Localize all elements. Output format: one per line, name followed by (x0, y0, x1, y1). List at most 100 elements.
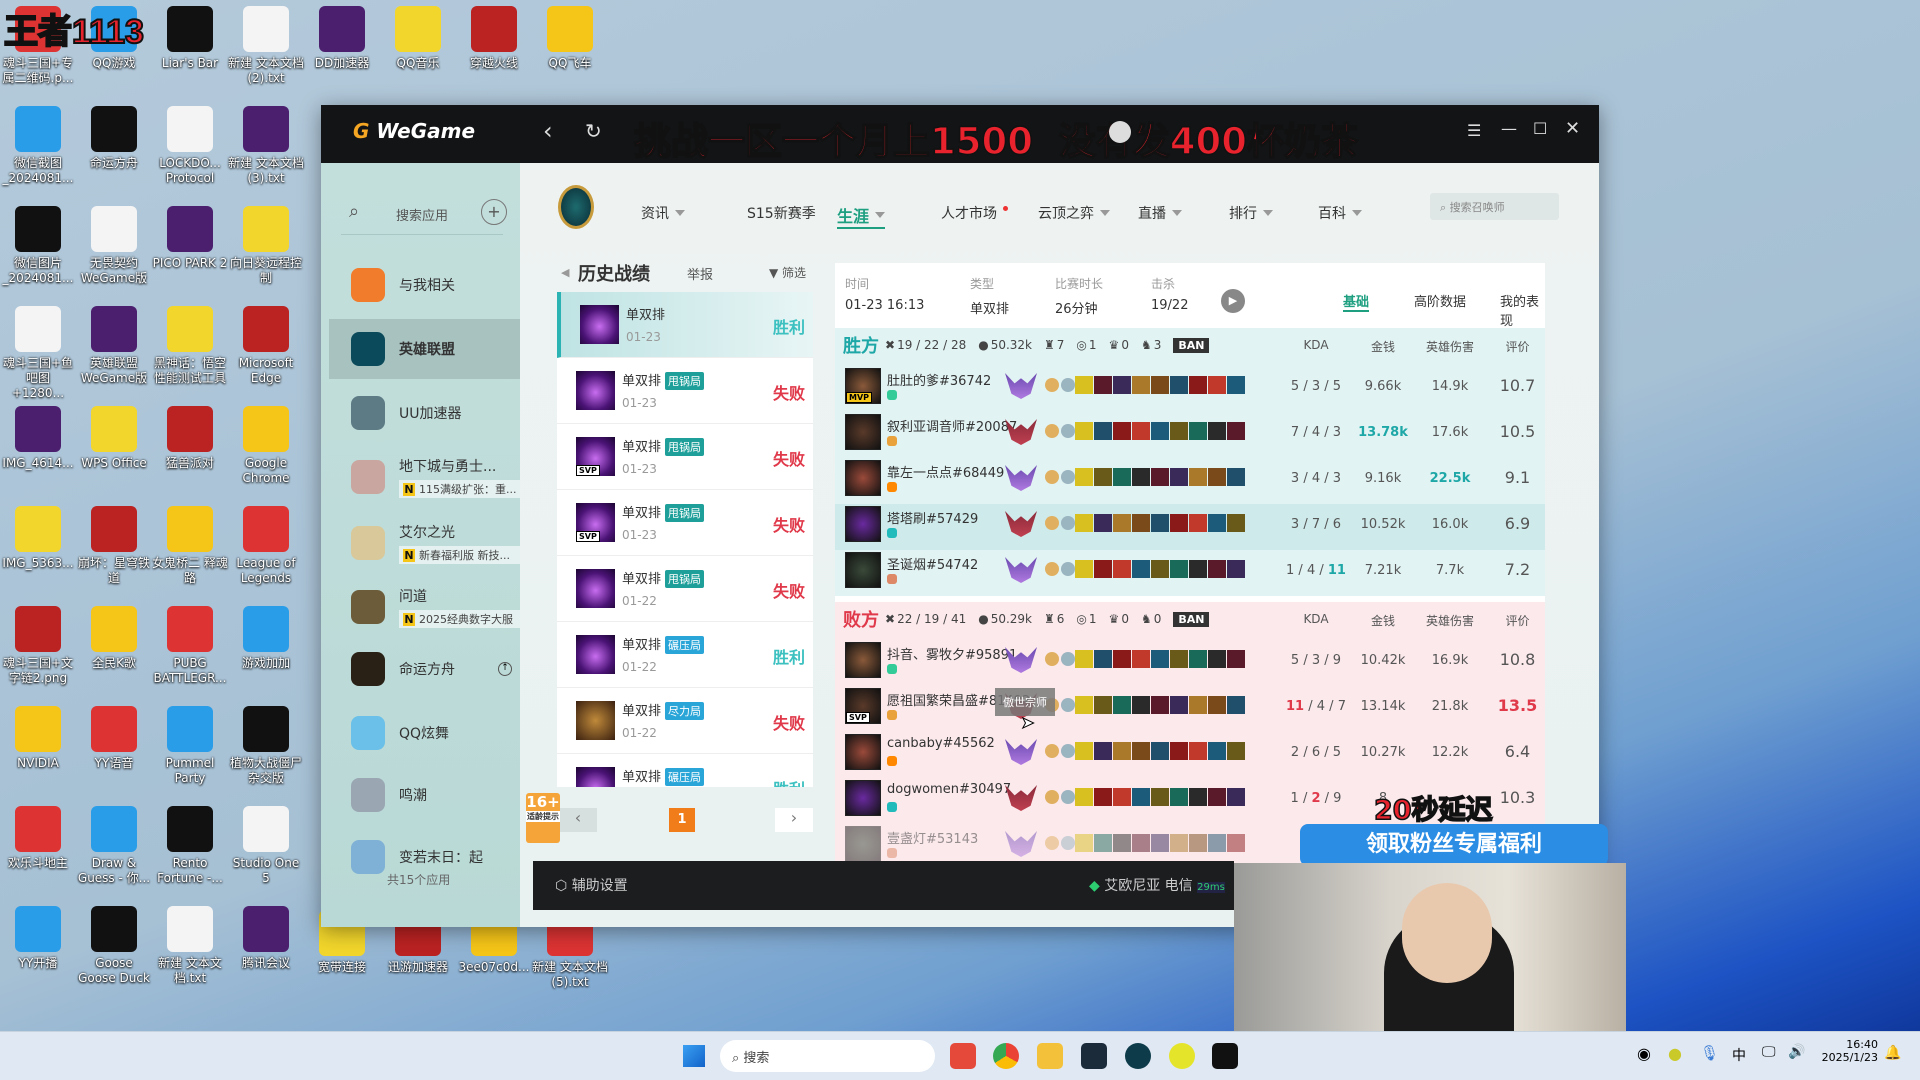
rank-icon[interactable] (1005, 511, 1037, 537)
network-icon[interactable]: 🖵 (1762, 1044, 1776, 1060)
minimize-icon[interactable]: — (1501, 119, 1517, 138)
report-button[interactable]: 举报 (687, 264, 713, 283)
desktop-icon[interactable]: 新建 文本文档 (3).txt (228, 102, 304, 186)
player-row[interactable]: canbaby#45562 2 / 6 / 5 10.27k 12.2k 6.4 (835, 732, 1545, 778)
sidebar-item[interactable]: 地下城与勇士... N 115满级扩张：重... (329, 447, 524, 507)
player-row[interactable]: 塔塔刷#57429 3 / 7 / 6 10.52k 16.0k 6.9 (835, 504, 1545, 550)
chrome-taskbar-icon[interactable] (993, 1043, 1019, 1069)
desktop-icon[interactable]: 新建 文本文档.txt (152, 902, 228, 986)
player-row[interactable]: 靠左一点点#68449 3 / 4 / 3 9.16k 22.5k 9.1 (835, 458, 1545, 504)
assist-settings-button[interactable]: ⬡ 辅助设置 (555, 875, 628, 895)
sidebar-item[interactable]: 艾尔之光 N 新春福利版 新技... (329, 513, 524, 573)
update-icon[interactable]: ↑ (498, 662, 512, 676)
desktop-icon[interactable]: Liar's Bar (152, 2, 228, 71)
desktop-icon[interactable]: 女鬼桥二 释魂路 (152, 502, 228, 586)
sidebar-item[interactable]: 命运方舟 ↑ (329, 639, 520, 699)
desktop-icon[interactable]: 向日葵远程控制 (228, 202, 304, 286)
desktop-icon[interactable]: 新建 文本文档 (2).txt (228, 2, 304, 86)
history-item[interactable]: 单双排 尽力局 01-22 失败 (557, 688, 813, 754)
player-row[interactable]: 抖音、雾牧夕#95891 5 / 3 / 9 10.42k 16.9k 10.8 (835, 640, 1545, 686)
taskbar-search[interactable]: ⌕ 搜索 (720, 1040, 935, 1072)
rank-icon[interactable] (1005, 465, 1037, 491)
sidebar-item[interactable]: 鸣潮 (329, 765, 520, 825)
player-row[interactable]: SVP 愿祖国繁荣昌盛#81492 11 / 4 / 7 13.14k 21.8k 13.… (835, 686, 1545, 732)
desktop-icon[interactable]: Google Chrome (228, 402, 304, 486)
rank-icon[interactable] (1005, 739, 1037, 765)
notification-icon[interactable]: 🔔 (1884, 1045, 1901, 1061)
studio-one-taskbar-icon[interactable] (1081, 1043, 1107, 1069)
search-apps-input[interactable]: 搜索应用 (396, 205, 448, 224)
qq-music-taskbar-icon[interactable] (1169, 1043, 1195, 1069)
desktop-icon[interactable]: 英雄联盟 WeGame版 (76, 302, 152, 386)
wegame-taskbar-icon[interactable] (1212, 1043, 1238, 1069)
rank-icon[interactable] (1005, 557, 1037, 583)
desktop-icon[interactable]: 腾讯会议 (228, 902, 304, 971)
user-avatar[interactable] (1109, 121, 1131, 143)
desktop-icon[interactable]: Draw & Guess - 你... (76, 802, 152, 886)
rank-icon[interactable] (1005, 831, 1037, 857)
back-icon[interactable]: ‹ (543, 117, 553, 145)
maximize-icon[interactable]: ☐ (1533, 119, 1547, 138)
summoner-search-input[interactable]: ⌕ 搜索召唤师 (1430, 193, 1559, 220)
desktop-icon[interactable]: WPS Office (76, 402, 152, 471)
microphone-icon[interactable]: 🎙 (1700, 1044, 1719, 1062)
desktop-icon[interactable]: 欢乐斗地主 (0, 802, 76, 871)
sidebar-item[interactable]: 问道 N 2025经典数字大服 (329, 577, 524, 637)
desktop-icon[interactable]: 崩坏：星穹铁道 (76, 502, 152, 586)
player-name[interactable]: 圣诞烟#54742 (887, 554, 978, 573)
desktop-icon[interactable]: LOCKDO... Protocol (152, 102, 228, 186)
player-name[interactable]: 塔塔刷#57429 (887, 508, 978, 527)
desktop-icon[interactable]: NVIDIA (0, 702, 76, 771)
desktop-icon[interactable]: IMG_5363... (0, 502, 76, 571)
filter-button[interactable]: ▼ 筛选 (769, 264, 806, 281)
tray-app-icon[interactable]: ● (1668, 1044, 1682, 1063)
file-explorer-icon[interactable] (1037, 1043, 1063, 1069)
desktop-icon[interactable]: 魂斗三国+鱼吧图+1280... (0, 302, 76, 401)
desktop-icon[interactable]: Studio One 5 (228, 802, 304, 886)
refresh-icon[interactable]: ↻ (585, 119, 602, 143)
column-header-kda[interactable]: KDA (1285, 612, 1347, 626)
ban-button[interactable]: BAN (1173, 611, 1210, 627)
desktop-icon[interactable]: YY开播 (0, 902, 76, 971)
sidebar-item[interactable]: QQ炫舞 (329, 703, 520, 763)
desktop-icon[interactable]: League of Legends (228, 502, 304, 586)
server-status[interactable]: ◆ 艾欧尼亚 电信 29ms (1089, 875, 1225, 895)
player-row[interactable]: MVP 肚肚的爹#36742 5 / 3 / 5 9.66k 14.9k 10.7 (835, 366, 1545, 412)
ime-indicator[interactable]: 中 (1732, 1045, 1746, 1065)
history-item[interactable]: SVP 单双排 甩锅局 01-23 失败 (557, 490, 813, 556)
player-row[interactable]: 圣诞烟#54742 1 / 4 / 11 7.21k 7.7k 7.2 (835, 550, 1545, 596)
menu-icon[interactable]: ☰ (1467, 121, 1481, 140)
column-header-kda[interactable]: KDA (1285, 338, 1347, 352)
fan-benefit-banner[interactable]: 领取粉丝专属福利 (1300, 824, 1608, 866)
detail-tab[interactable]: 高阶数据 (1414, 291, 1466, 310)
desktop-icon[interactable]: 命运方舟 (76, 102, 152, 171)
desktop-icon[interactable]: PICO PARK 2 (152, 202, 228, 271)
player-name[interactable]: canbaby#45562 (887, 736, 995, 751)
desktop-icon[interactable]: IMG_4614... (0, 402, 76, 471)
detail-tab[interactable]: 我的表现 (1500, 291, 1545, 329)
next-page-button[interactable]: › (775, 808, 813, 832)
player-name[interactable]: 叙利亚调音师#20087 (887, 416, 1017, 435)
nav-tab[interactable]: S15新赛季 (747, 203, 816, 223)
desktop-icon[interactable]: 微信截图_2024081... (0, 102, 76, 186)
collapse-icon[interactable]: ◀ (561, 266, 569, 279)
close-icon[interactable]: ✕ (1565, 118, 1580, 139)
taskbar-app-icon[interactable] (950, 1043, 976, 1069)
page-1-button[interactable]: 1 (669, 808, 695, 832)
logitech-tray-icon[interactable]: ◉ (1637, 1044, 1651, 1063)
desktop-icon[interactable]: 黑神话：悟空 性能测试工具 (152, 302, 228, 386)
desktop-icon[interactable]: PUBG BATTLEGR... (152, 602, 228, 686)
history-item[interactable]: 单双排 01-23 胜利 (557, 292, 813, 358)
desktop-icon[interactable]: 无畏契约 WeGame版 (76, 202, 152, 286)
player-row[interactable]: 叙利亚调音师#20087 7 / 4 / 3 13.78k 17.6k 10.5 (835, 412, 1545, 458)
add-app-button[interactable]: + (481, 199, 507, 225)
desktop-icon[interactable]: 游戏加加 (228, 602, 304, 671)
start-button[interactable] (683, 1045, 705, 1067)
sidebar-item[interactable]: UU加速器 (329, 383, 520, 443)
desktop-icon[interactable]: YY语音 (76, 702, 152, 771)
nav-tab[interactable]: 资讯 (641, 203, 685, 223)
replay-play-button[interactable]: ▶ (1221, 289, 1245, 313)
lol-taskbar-icon[interactable] (1125, 1043, 1151, 1069)
sidebar-item[interactable]: 与我相关 (329, 255, 520, 315)
desktop-icon[interactable]: 穿越火线 (456, 2, 532, 71)
